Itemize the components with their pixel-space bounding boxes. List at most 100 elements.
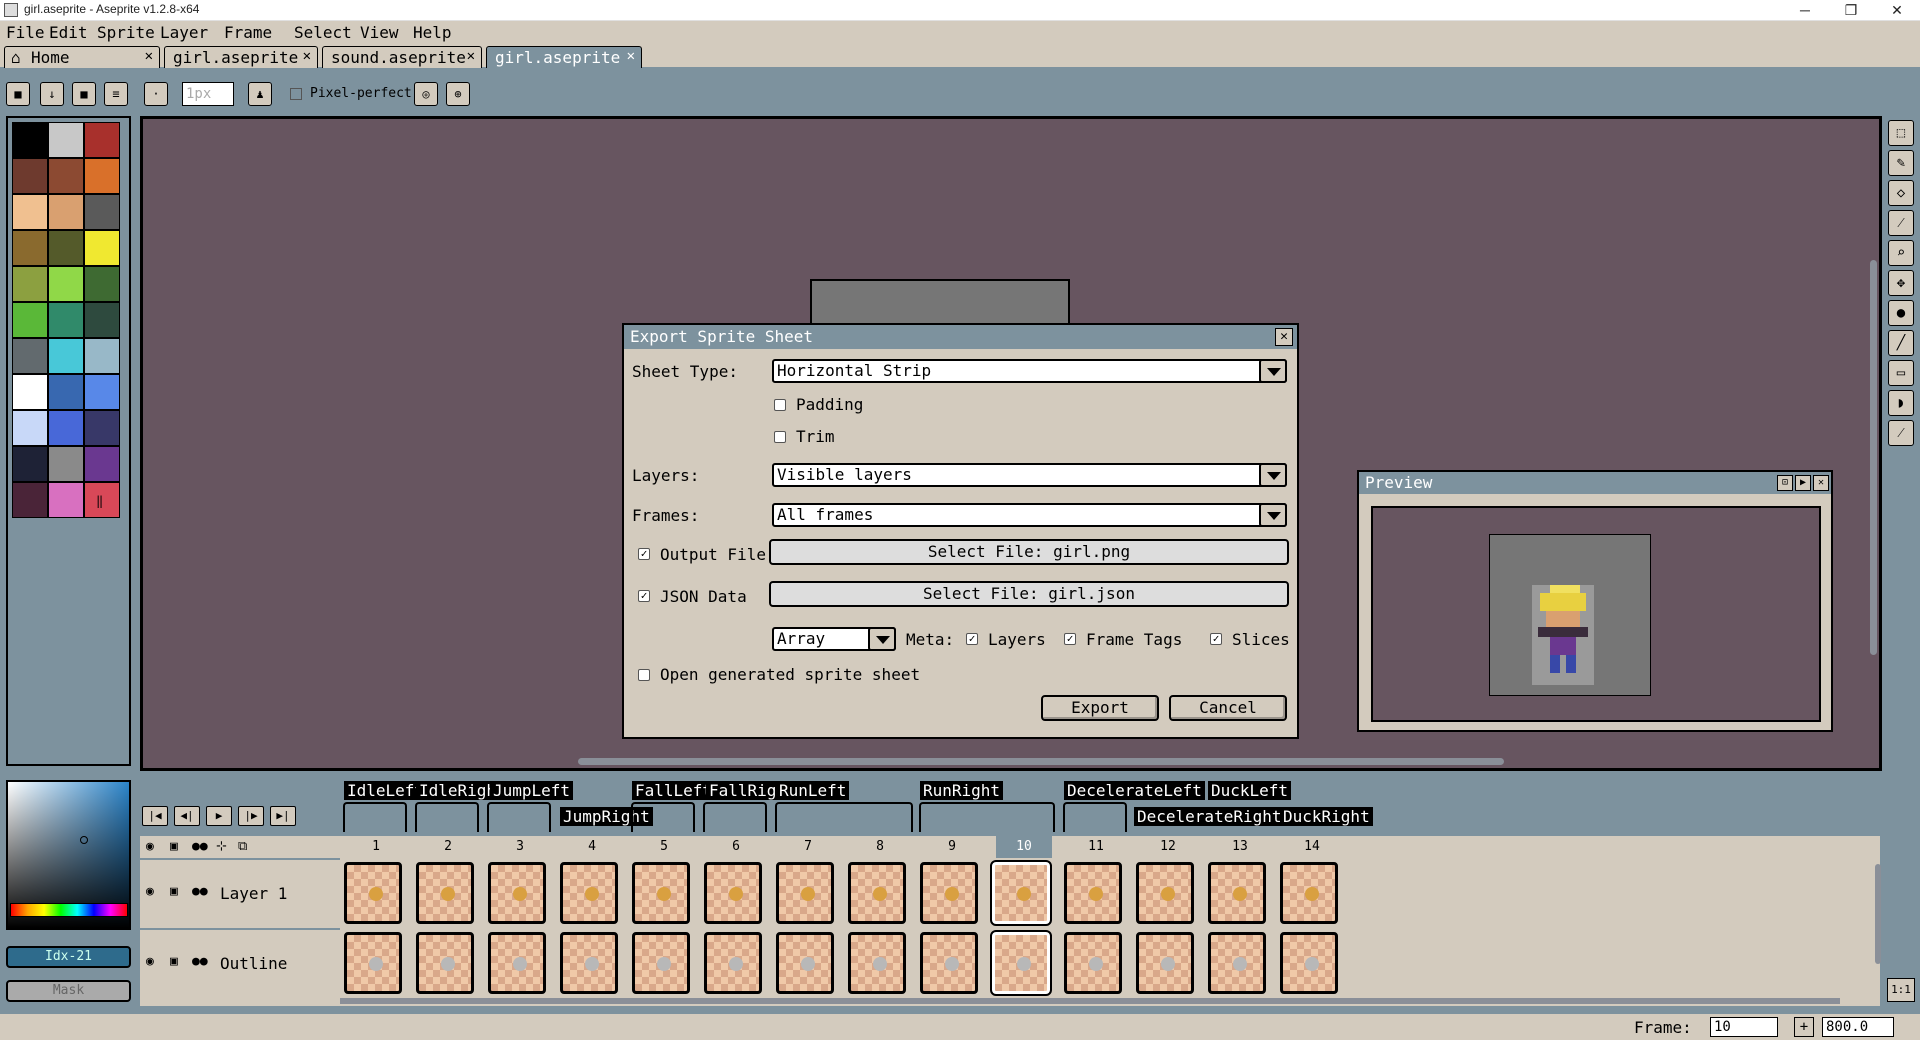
dialog-close-icon[interactable]: ✕ [1275,328,1293,346]
line-tool-icon[interactable]: ╱ [1888,330,1914,356]
tab-close-icon[interactable]: ✕ [145,48,153,64]
palette-swatch[interactable] [84,158,120,194]
cel-outline[interactable] [344,932,402,994]
resize-handle-icon[interactable]: ‖ [96,494,103,508]
first-frame-icon[interactable]: |◀ [142,806,168,826]
tab-home[interactable]: ⌂ Home ✕ [4,46,160,68]
cel-layer1[interactable] [416,862,474,924]
palette-swatch[interactable] [84,230,120,266]
cel-outline[interactable] [416,932,474,994]
frame-header[interactable]: 14 [1284,836,1340,858]
cel-outline[interactable] [560,932,618,994]
palette-swatch[interactable] [84,374,120,410]
palette-swatch[interactable] [12,338,48,374]
frame-header[interactable]: 6 [708,836,764,858]
frame-header[interactable]: 10 [996,836,1052,858]
frame-header[interactable]: 1 [348,836,404,858]
marquee-tool-icon[interactable]: ⬚ [1888,120,1914,146]
palette-swatch[interactable] [12,446,48,482]
cel-layer1[interactable] [920,862,978,924]
cel-outline[interactable] [1064,932,1122,994]
menu-help[interactable]: Help [413,23,452,42]
tab-girl-aseprite[interactable]: girl.aseprite ✕ [164,46,318,68]
palette-swatch[interactable] [48,482,84,518]
sprite-canvas-area[interactable] [810,279,1070,324]
chevron-down-icon[interactable] [1259,463,1287,487]
continuous-icon[interactable]: ●● [192,884,208,899]
palette-swatch[interactable] [12,266,48,302]
cel-outline[interactable] [1208,932,1266,994]
palette-swatch[interactable] [84,266,120,302]
palette-swatch[interactable] [12,374,48,410]
tiled-mode-icon[interactable]: ⊕ [446,82,470,106]
palette-swatch[interactable] [12,410,48,446]
rectangle-tool-icon[interactable]: ▭ [1888,360,1914,386]
eye-icon[interactable]: ◉ [146,839,154,854]
layer-row-outline[interactable]: ◉ ▣ ●● Outline [140,928,340,996]
select-json-file-button[interactable]: Select File: girl.json [769,581,1289,607]
chevron-down-icon[interactable] [1259,503,1287,527]
frame-header[interactable]: 12 [1140,836,1196,858]
cel-layer1[interactable] [1208,862,1266,924]
export-button[interactable]: Export [1041,695,1159,721]
layers-select[interactable]: Visible layers [772,463,1287,487]
tab-close-icon[interactable]: ✕ [467,48,475,64]
minimize-button[interactable]: ─ [1782,0,1828,21]
palette-swatch[interactable] [12,230,48,266]
cel-layer1[interactable] [344,862,402,924]
lock-icon[interactable]: ■ [6,82,30,106]
center-icon[interactable]: ⊡ [1777,475,1793,491]
onion-skin-icon[interactable]: ⧉ [238,839,247,854]
blur-tool-icon[interactable]: ⁄ [1888,420,1914,446]
lock-icon[interactable]: ▣ [170,954,178,969]
eye-icon[interactable]: ◉ [146,954,154,969]
cel-outline[interactable] [1280,932,1338,994]
palette-swatch[interactable] [48,338,84,374]
palette-swatch[interactable] [48,122,84,158]
frame-input[interactable]: 10 [1710,1017,1778,1037]
cel-layer1[interactable] [776,862,834,924]
square-brush-icon[interactable]: ■ [72,82,96,106]
eraser-tool-icon[interactable]: ◇ [1888,180,1914,206]
chevron-down-icon[interactable] [1259,359,1287,383]
palette-swatch[interactable] [12,158,48,194]
maximize-button[interactable]: ❐ [1828,0,1874,21]
menu-view[interactable]: View [360,23,399,42]
frames-select[interactable]: All frames [772,503,1287,527]
tag-jump-left[interactable]: JumpLeft [490,781,574,800]
palette-swatch[interactable] [48,158,84,194]
ink-icon[interactable]: ♟ [248,82,272,106]
timeline-vertical-scrollbar[interactable] [1875,864,1881,964]
previous-frame-icon[interactable]: ◀| [174,806,200,826]
hue-slider[interactable] [10,903,128,917]
lock-icon[interactable]: ▣ [170,884,178,899]
eye-icon[interactable]: ◉ [146,884,154,899]
menu-file[interactable]: File [6,23,45,42]
next-frame-icon[interactable]: |▶ [238,806,264,826]
tag-duck-left[interactable]: DuckLeft [1208,781,1292,800]
palette-swatch[interactable] [12,302,48,338]
palette-swatch[interactable] [48,446,84,482]
palette-swatch[interactable] [84,338,120,374]
palette-swatch[interactable] [48,266,84,302]
frame-header[interactable]: 4 [564,836,620,858]
cel-layer1[interactable] [1136,862,1194,924]
palette-swatch[interactable] [12,122,48,158]
fill-tool-icon[interactable]: ● [1888,300,1914,326]
zoom-input[interactable]: 800.0 [1822,1017,1894,1037]
cel-outline[interactable] [990,930,1052,996]
cel-layer1[interactable] [704,862,762,924]
frame-header[interactable]: 13 [1212,836,1268,858]
last-frame-icon[interactable]: ▶| [270,806,296,826]
meta-slices-checkbox[interactable]: ✓ [1210,633,1222,645]
frame-header[interactable]: 5 [636,836,692,858]
frame-header[interactable]: 8 [852,836,908,858]
timeline-horizontal-scrollbar[interactable] [340,998,1840,1004]
json-format-select[interactable]: Array [772,627,896,651]
frame-header[interactable]: 7 [780,836,836,858]
tag-decelerate-right[interactable]: DecelerateRight [1134,807,1285,826]
mask-color-button[interactable]: Mask [6,980,131,1002]
tag-decelerate-left[interactable]: DecelerateLeft [1064,781,1205,800]
chevron-down-icon[interactable] [868,627,896,651]
frame-header[interactable]: 2 [420,836,476,858]
